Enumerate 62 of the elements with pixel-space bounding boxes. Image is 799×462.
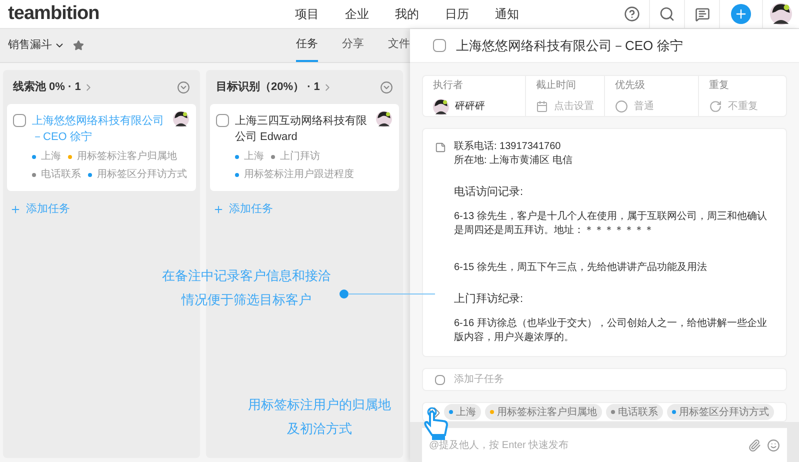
note-text: 所在地: 上海市黄浦区 电信 <box>454 154 574 168</box>
note-text: 6-15 徐先生，周五下午三点，先给他讲讲产品功能及用法 <box>454 261 708 276</box>
avatar-icon <box>770 3 792 25</box>
task-title[interactable]: 上海三四互动网络科技有限公司 Edward <box>235 113 393 145</box>
field-value[interactable]: 砰砰砰 <box>455 99 485 114</box>
star-icon[interactable] <box>73 40 84 51</box>
nav-item[interactable]: 项目 <box>295 5 319 23</box>
plus-icon <box>10 204 21 215</box>
column-menu-icon[interactable] <box>177 80 190 94</box>
tag-label: 用标签区分拜访方式 <box>97 168 187 182</box>
nav-item[interactable]: 日历 <box>445 5 469 23</box>
field-label: 重复 <box>709 78 730 94</box>
column-menu-icon[interactable] <box>380 80 393 94</box>
avatar-icon <box>433 98 449 115</box>
checkbox[interactable] <box>216 114 229 127</box>
annotation-text: 用标签标注用户的归属地及初洽方式 <box>246 396 392 438</box>
tab[interactable]: 任务 <box>296 29 318 62</box>
avatar-icon <box>376 111 392 127</box>
search-icon[interactable] <box>659 6 675 22</box>
tag-label: 电话联系 <box>41 168 81 182</box>
avatar-icon <box>173 111 189 127</box>
calendar-icon <box>536 100 548 114</box>
tab[interactable]: 文件 <box>388 29 410 62</box>
note-heading: 电话访问记录: <box>454 185 524 200</box>
field-label: 执行者 <box>433 78 464 93</box>
tag-label: 用标签标注客户归属地 <box>77 150 177 164</box>
annotation-text: 在备注中记录客户信息和接洽情况便于筛选目标客户 <box>160 267 332 309</box>
add-button[interactable] <box>731 4 751 24</box>
plus-icon <box>734 7 748 21</box>
tag-chip[interactable]: 上海 <box>444 404 481 420</box>
emoji-icon[interactable] <box>767 438 780 452</box>
checkbox[interactable] <box>433 39 446 52</box>
plus-icon <box>213 204 224 215</box>
task-card[interactable]: 上海三四互动网络科技有限公司 Edward 上海 上门拜访 用标签标注用户跟进程度 <box>210 104 399 191</box>
project-menu[interactable]: 销售漏斗 <box>8 37 65 54</box>
tag-chip[interactable]: 用标签标注客户归属地 <box>485 404 602 420</box>
checkbox[interactable] <box>13 114 26 127</box>
circle-icon <box>615 100 628 114</box>
tag-label: 上海 <box>244 150 264 164</box>
nav-item[interactable]: 通知 <box>495 5 519 23</box>
column-title[interactable]: 线索池 0% · 1 <box>13 78 81 96</box>
note-heading: 上门拜访纪录: <box>454 292 524 306</box>
help-icon[interactable] <box>624 6 640 22</box>
note-text: 联系电话: 13917341760 <box>454 140 562 154</box>
brand-logo[interactable]: teambition <box>8 0 288 28</box>
tag-label: 上门拜访 <box>280 150 320 164</box>
note-icon <box>435 142 446 154</box>
tag-chip[interactable]: 电话联系 <box>606 404 663 420</box>
note-text: 6-16 拜访徐总（也毕业于交大），公司创始人之一，给他讲解一些企业版内容，用户兴趣浓厚的。 <box>454 317 768 346</box>
message-icon[interactable] <box>694 6 710 22</box>
paperclip-icon[interactable] <box>748 438 761 452</box>
nav-item[interactable]: 我的 <box>395 5 419 23</box>
field-label: 截止时间 <box>536 78 577 94</box>
column-title[interactable]: 目标识别（20%） · 1 <box>216 78 320 96</box>
repeat-icon <box>709 100 722 114</box>
nav-item[interactable]: 企业 <box>345 5 369 23</box>
tag-label: 上海 <box>41 150 61 164</box>
field-label: 优先级 <box>615 78 646 94</box>
tag-label: 用标签标注用户跟进程度 <box>244 168 354 182</box>
note-text: 6-13 徐先生，客户是十几个人在使用，属于互联网公司，周三和他确认是周四还是周五拜访。地址：＊＊＊＊＊＊＊ <box>454 210 768 238</box>
tab[interactable]: 分享 <box>342 29 364 62</box>
tag-chip[interactable]: 用标签区分拜访方式 <box>667 404 774 420</box>
